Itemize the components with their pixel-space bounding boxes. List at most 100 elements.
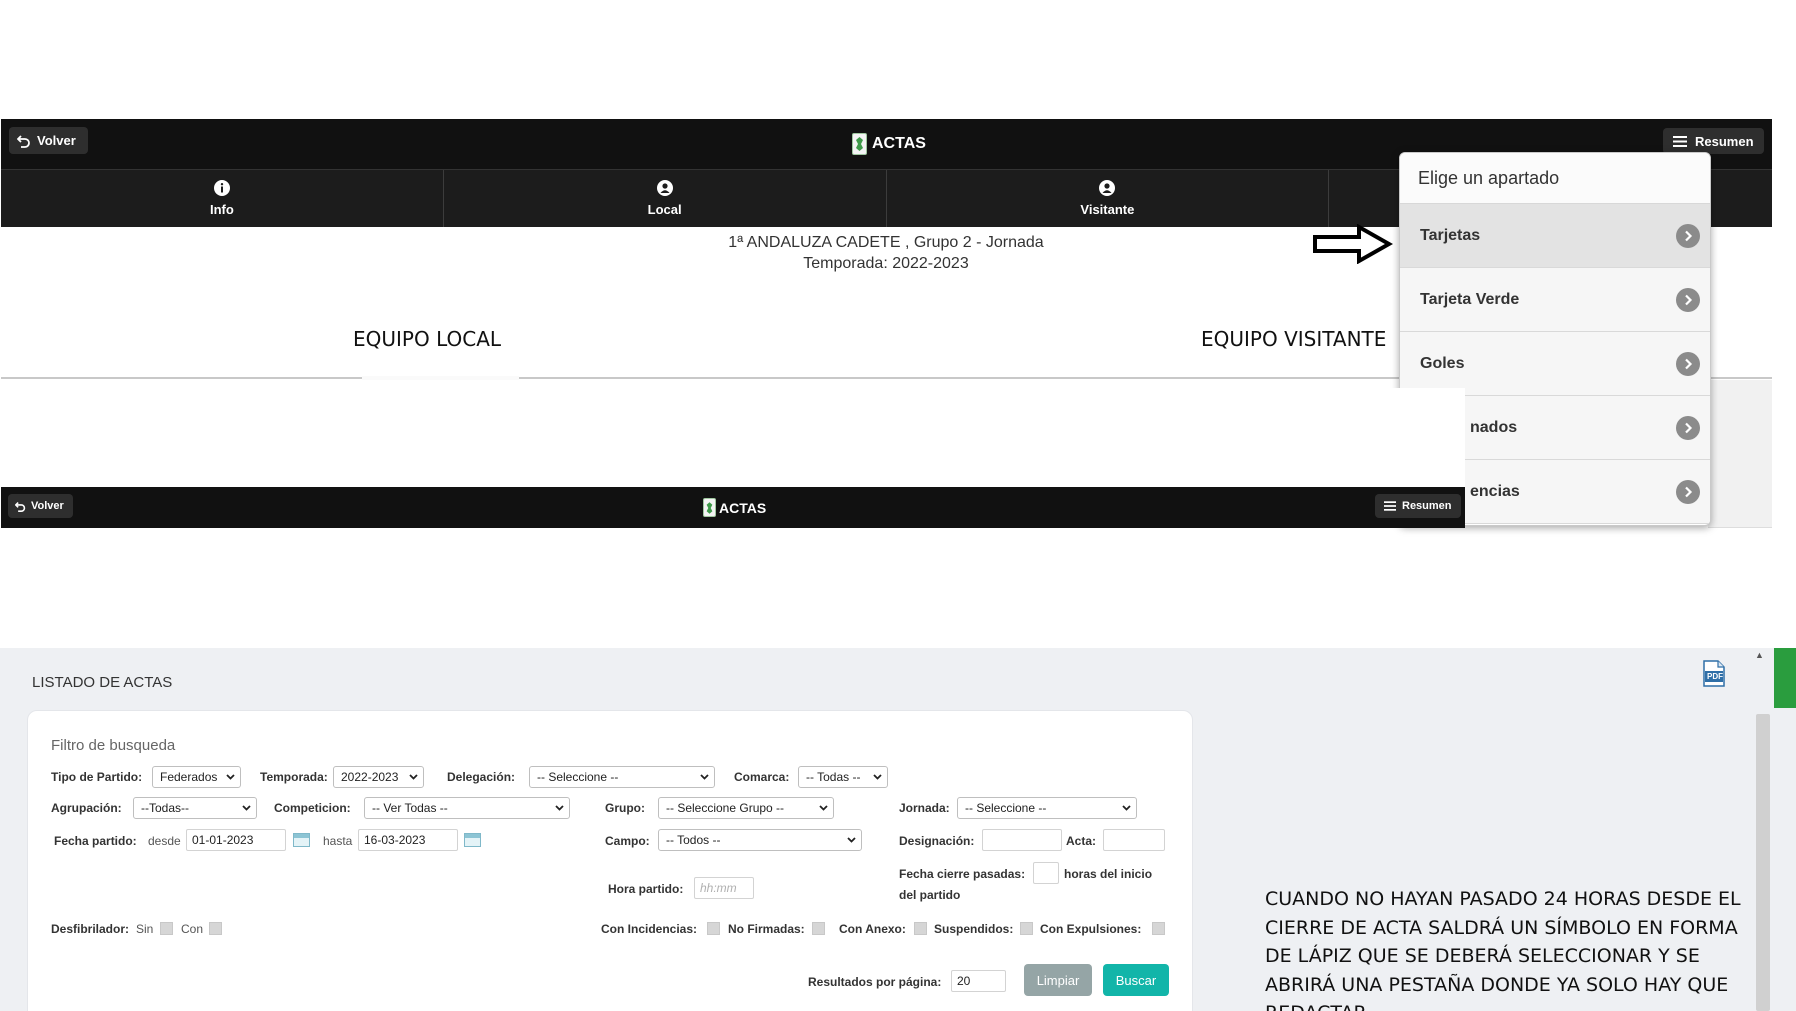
back-button-label: Volver <box>37 133 76 148</box>
no-firmadas-checkbox[interactable] <box>812 922 825 935</box>
side-tab[interactable] <box>1774 648 1796 708</box>
back-button-label: Volver <box>31 500 64 512</box>
back-button[interactable]: Volver <box>9 127 88 154</box>
desfibrilador-con-checkbox[interactable] <box>209 922 222 935</box>
campo-select[interactable]: -- Todos -- <box>658 829 862 851</box>
instruction-note: CUANDO NO HAYAN PASADO 24 HORAS DESDE EL… <box>1265 888 1741 1011</box>
no-firmadas-label: No Firmadas: <box>728 922 805 936</box>
limpiar-button[interactable]: Limpiar <box>1024 964 1092 996</box>
jornada-select[interactable]: -- Seleccione -- <box>957 797 1137 819</box>
calendar-icon[interactable] <box>293 833 310 847</box>
dropdown-item-goles[interactable]: Goles <box>1400 332 1710 396</box>
filter-title: Filtro de busqueda <box>51 737 176 754</box>
tipo-partido-label: Tipo de Partido: <box>51 770 143 784</box>
grupo-select[interactable]: -- Seleccione Grupo -- <box>658 797 834 819</box>
chevron-right-icon <box>1676 223 1700 248</box>
desfibrilador-label: Desfibrilador: <box>51 922 130 936</box>
temporada-value: 2022-2023 <box>341 770 399 784</box>
designacion-label: Designación: <box>899 834 975 848</box>
dropdown-item-label: Tarjetas <box>1420 226 1481 244</box>
grupo-label: Grupo: <box>605 801 645 815</box>
con-incidencias-label: Con Incidencias: <box>601 922 698 936</box>
jornada-label: Jornada: <box>899 801 950 815</box>
comarca-label: Comarca: <box>734 770 790 784</box>
fecha-cierre-suffix: horas del inicio <box>1064 867 1153 881</box>
competicion-value: -- Ver Todas -- <box>372 801 448 815</box>
summary-button[interactable]: Resumen <box>1375 494 1461 518</box>
pointer-arrow-icon <box>1313 223 1394 269</box>
campo-value: -- Todos -- <box>666 833 721 847</box>
agrupacion-select[interactable]: --Todas-- <box>133 797 257 819</box>
menu-icon <box>1384 501 1396 511</box>
fecha-desde-input[interactable]: 01-01-2023 <box>186 829 286 851</box>
fecha-cierre-input[interactable] <box>1033 862 1059 884</box>
con-incidencias-checkbox[interactable] <box>707 922 720 935</box>
dropdown-header: Elige un apartado <box>1400 153 1710 204</box>
buscar-button[interactable]: Buscar <box>1103 964 1169 996</box>
con-label: Con <box>181 922 204 936</box>
temporada-select[interactable]: 2022-2023 <box>333 766 424 788</box>
menu-icon <box>1673 135 1687 147</box>
fecha-hasta-input[interactable]: 16-03-2023 <box>358 829 458 851</box>
filter-card: Filtro de busqueda Tipo de Partido: Fede… <box>27 710 1193 1011</box>
tab-visitante[interactable]: Visitante <box>887 170 1330 227</box>
designacion-input[interactable] <box>982 829 1062 851</box>
back-button[interactable]: Volver <box>8 494 73 518</box>
side-panel-background <box>1708 380 1772 528</box>
tab-visitante-label: Visitante <box>1080 202 1135 217</box>
campo-label: Campo: <box>605 834 650 848</box>
hora-partido-input[interactable]: hh:mm <box>694 877 754 899</box>
user-icon <box>1099 180 1116 199</box>
resultados-input[interactable]: 20 <box>951 970 1006 992</box>
tab-local[interactable]: Local <box>444 170 887 227</box>
comarca-select[interactable]: -- Todas -- <box>798 766 888 788</box>
con-expulsiones-checkbox[interactable] <box>1152 922 1165 935</box>
tipo-partido-value: Federados <box>160 770 218 784</box>
pdf-label: PDF <box>1707 672 1723 681</box>
hora-partido-label: Hora partido: <box>608 882 684 896</box>
jornada-value: -- Seleccione -- <box>965 801 1047 815</box>
app-title-text: ACTAS <box>719 499 767 516</box>
suspendidos-checkbox[interactable] <box>1020 922 1033 935</box>
away-team-label[interactable]: EQUIPO VISITANTE <box>1201 327 1386 351</box>
competicion-select[interactable]: -- Ver Todas -- <box>364 797 570 819</box>
active-tab-indicator <box>362 376 519 380</box>
dropdown-item-tarjetas[interactable]: Tarjetas <box>1400 204 1710 268</box>
summary-button-label: Resumen <box>1695 133 1754 149</box>
acta-label: Acta: <box>1066 834 1097 848</box>
con-anexo-label: Con Anexo: <box>839 922 906 936</box>
acta-input[interactable] <box>1103 829 1165 851</box>
desde-label: desde <box>148 834 181 848</box>
dropdown-item-tarjeta-verde[interactable]: Tarjeta Verde <box>1400 268 1710 332</box>
hasta-label: hasta <box>323 834 353 848</box>
tab-info[interactable]: Info <box>1 170 444 227</box>
scroll-up-icon[interactable]: ▲ <box>1755 650 1764 660</box>
page-title: LISTADO DE ACTAS <box>32 674 173 691</box>
con-anexo-checkbox[interactable] <box>914 922 927 935</box>
desfibrilador-sin-checkbox[interactable] <box>160 922 173 935</box>
competicion-label: Competicion: <box>274 801 351 815</box>
summary-button[interactable]: Resumen <box>1663 128 1764 154</box>
suspendidos-label: Suspendidos: <box>934 922 1014 936</box>
chevron-right-icon <box>1676 287 1700 312</box>
pdf-export-icon[interactable]: PDF <box>1703 660 1725 692</box>
app-title-text: ACTAS <box>872 135 926 152</box>
fecha-cierre-label: Fecha cierre pasadas: <box>899 867 1026 881</box>
home-team-label[interactable]: EQUIPO LOCAL <box>353 327 501 351</box>
chevron-right-icon <box>1676 415 1700 440</box>
grupo-value: -- Seleccione Grupo -- <box>666 801 785 815</box>
undo-arrow-icon <box>17 134 31 148</box>
dropdown-item-label: nados <box>1470 418 1518 436</box>
tipo-partido-select[interactable]: Federados <box>152 766 241 788</box>
resultados-label: Resultados por página: <box>808 975 942 989</box>
summary-button-label: Resumen <box>1402 500 1452 512</box>
app-title: ACTAS <box>703 498 766 517</box>
calendar-icon[interactable] <box>464 833 481 847</box>
federation-logo <box>703 498 716 517</box>
agrupacion-value: --Todas-- <box>141 801 190 815</box>
tab-local-label: Local <box>647 202 682 217</box>
temporada-label: Temporada: <box>260 770 328 784</box>
delegacion-select[interactable]: -- Seleccione -- <box>529 766 715 788</box>
comarca-value: -- Todas -- <box>806 770 861 784</box>
chevron-right-icon <box>1676 479 1700 504</box>
